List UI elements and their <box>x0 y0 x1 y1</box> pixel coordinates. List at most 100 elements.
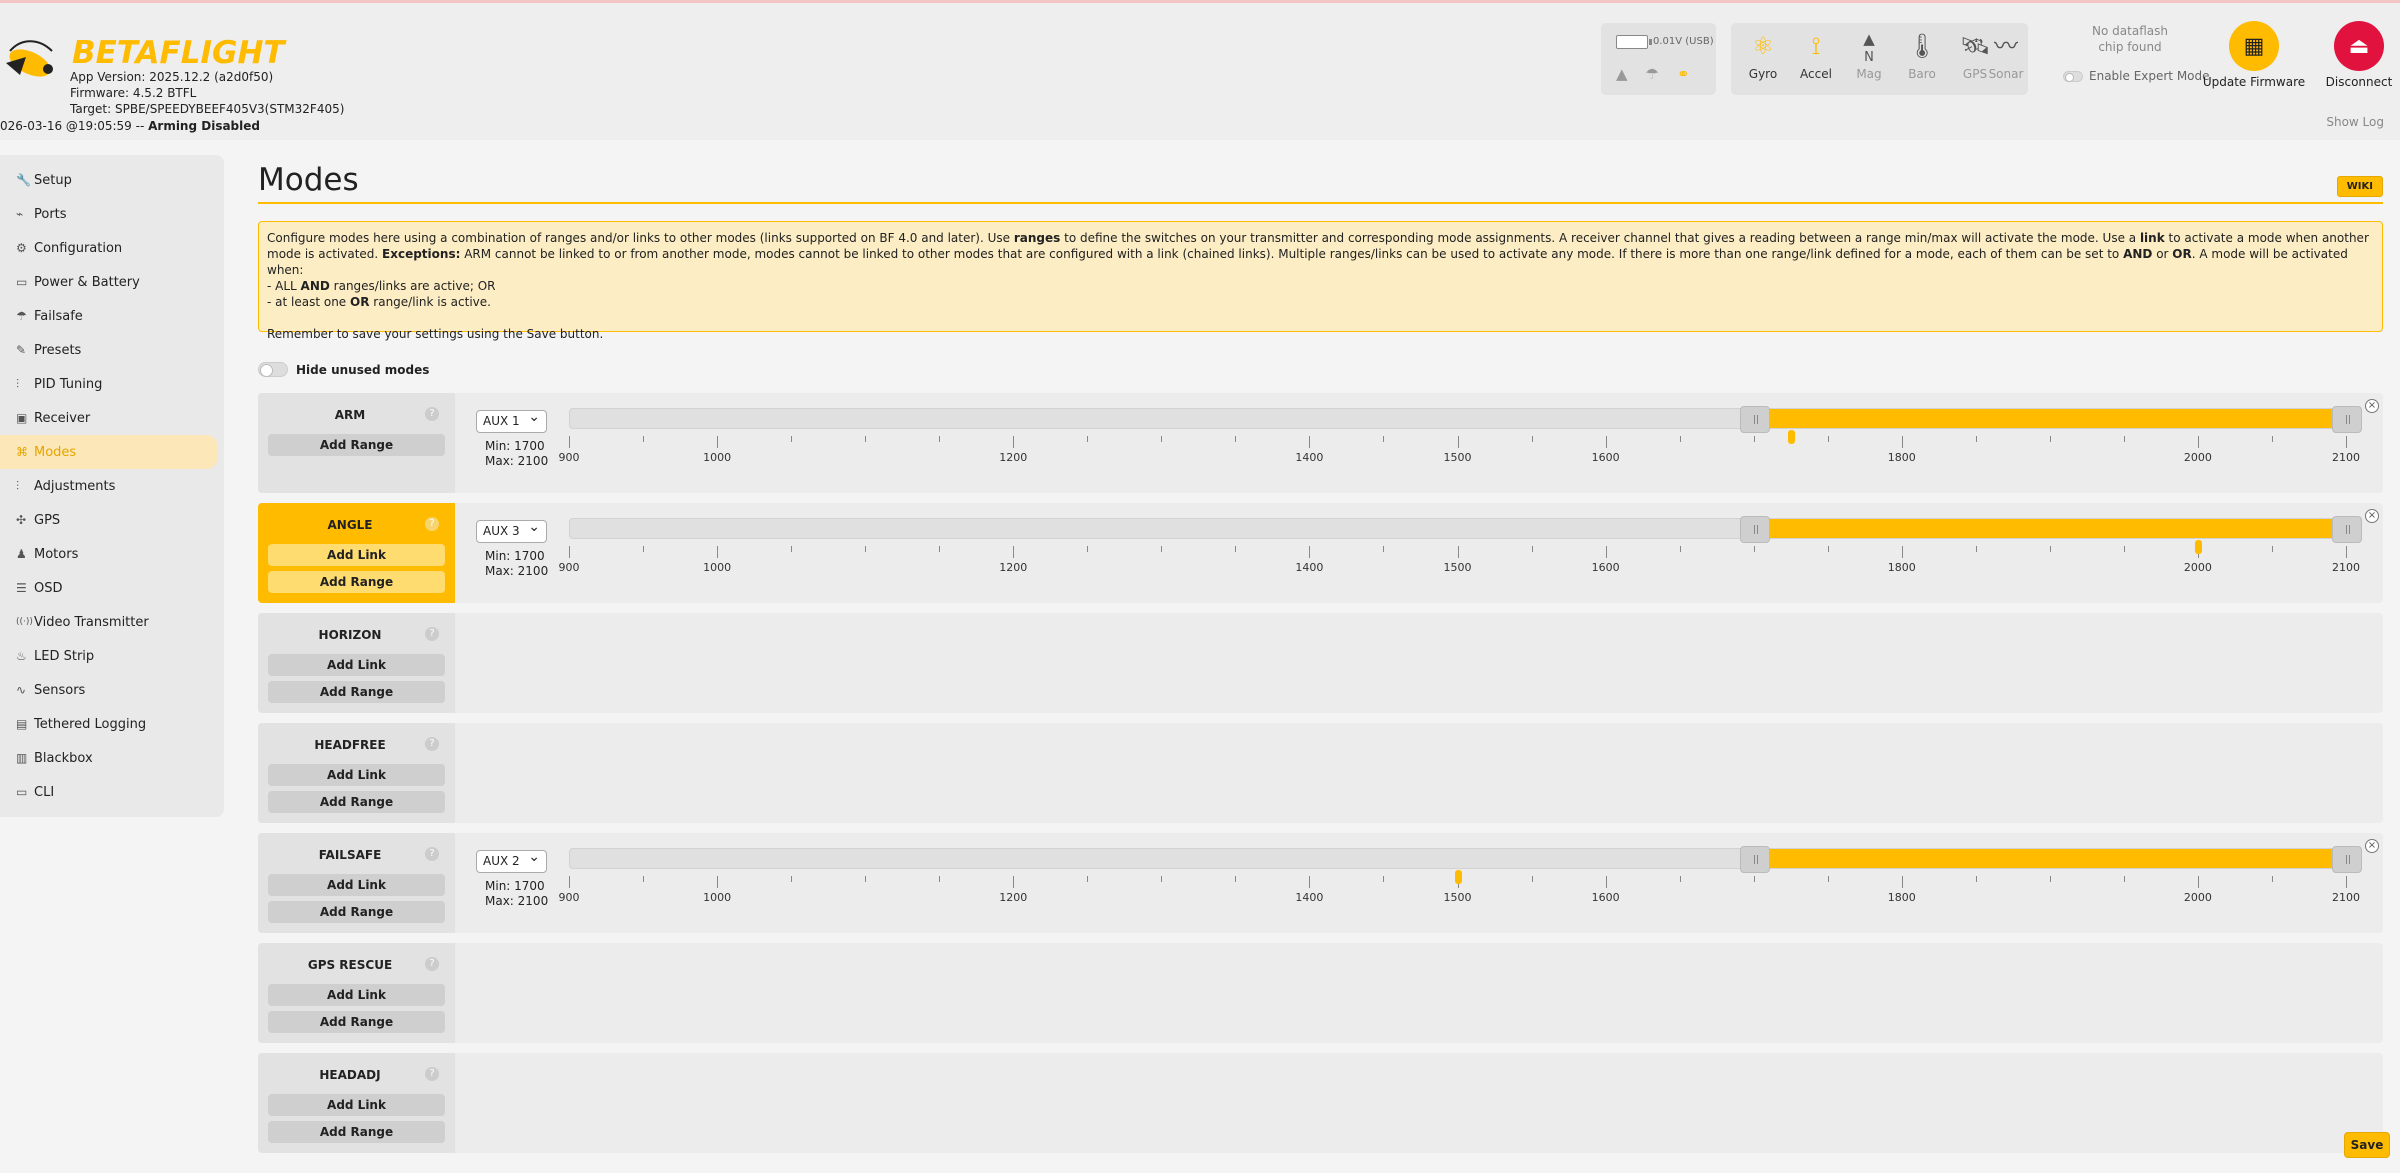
channel-select[interactable]: AUX 1 <box>476 409 547 433</box>
help-icon[interactable]: ? <box>425 517 439 531</box>
hide-unused-toggle[interactable] <box>258 362 288 377</box>
sidebar-item-configuration[interactable]: ⚙ Configuration <box>0 231 216 265</box>
help-icon[interactable]: ? <box>425 847 439 861</box>
expert-mode-switch[interactable] <box>2063 70 2083 82</box>
scale-tick <box>1161 876 1163 882</box>
mag-icon: ▲ N <box>1863 30 1875 66</box>
adjust-icon: ⫶ <box>16 478 20 493</box>
help-icon[interactable]: ? <box>425 957 439 971</box>
range-scale: 900 1000 1200 1400 1500 1600 1800 2000 2100 <box>559 430 2360 476</box>
range-max: Max: 2100 <box>485 454 549 468</box>
channel-select[interactable]: AUX 2 <box>476 849 547 873</box>
expert-mode-toggle[interactable]: Enable Expert Mode <box>2063 69 2210 83</box>
range-max: Max: 2100 <box>485 564 549 578</box>
sidebar-item-tethered-logging[interactable]: ▤ Tethered Logging <box>0 707 216 741</box>
sidebar-item-led-strip[interactable]: ♨ LED Strip <box>0 639 216 673</box>
add-range-button[interactable]: Add Range <box>268 791 445 813</box>
save-button[interactable]: Save <box>2344 1132 2390 1158</box>
sidebar-item-gps[interactable]: ✣ GPS <box>0 503 216 537</box>
help-icon[interactable]: ? <box>425 737 439 751</box>
sensor-status-panel: ⚛ Gyro ⟟ Accel ▲ N Mag 🌡 Baro 🛰 GPS 〰 Son <box>1731 23 2028 95</box>
gear-icon: ⚙ <box>16 241 27 255</box>
add-link-button[interactable]: Add Link <box>268 544 445 566</box>
range-slider[interactable] <box>569 516 2362 543</box>
add-link-button[interactable]: Add Link <box>268 984 445 1006</box>
led-icon: ♨ <box>16 649 27 663</box>
sidebar-item-label: Video Transmitter <box>34 614 149 630</box>
title-underline <box>258 202 2383 204</box>
sensor-gyro: ⚛ Gyro <box>1737 29 1789 81</box>
sidebar-nav: 🔧 Setup ⌁ Ports ⚙ Configuration ▭ Power & Batte… <box>0 155 224 817</box>
terminal-icon: ▭ <box>16 785 28 799</box>
sidebar-item-osd[interactable]: ☰ OSD <box>0 571 216 605</box>
sidebar-item-motors[interactable]: ♟ Motors <box>0 537 216 571</box>
help-icon[interactable]: ? <box>425 627 439 641</box>
note-paragraph-2: - ALL AND ranges/links are active; OR <box>267 279 496 293</box>
sidebar-item-modes[interactable]: ⌘ Modes <box>0 435 218 469</box>
sidebar-item-blackbox[interactable]: ▥ Blackbox <box>0 741 216 775</box>
sidebar-item-presets[interactable]: ✎ Presets <box>0 333 216 367</box>
range-min-handle[interactable] <box>1739 846 1770 873</box>
sidebar-item-ports[interactable]: ⌁ Ports <box>0 197 216 231</box>
sidebar-item-setup[interactable]: 🔧 Setup <box>0 163 216 197</box>
add-range-button[interactable]: Add Range <box>268 1121 445 1143</box>
hide-unused-modes[interactable]: Hide unused modes <box>258 362 429 377</box>
range-min-handle[interactable] <box>1739 406 1770 433</box>
show-log-link[interactable]: Show Log <box>2326 115 2384 129</box>
scale-tick <box>2271 876 2273 882</box>
range-max-handle[interactable] <box>2332 406 2362 433</box>
add-range-button[interactable]: Add Range <box>268 571 445 593</box>
sidebar-item-cli[interactable]: ▭ CLI <box>0 775 216 809</box>
baro-icon: 🌡 <box>1906 32 1938 60</box>
add-range-button[interactable]: Add Range <box>268 1011 445 1033</box>
scale-tick <box>2271 546 2273 552</box>
add-range-button[interactable]: Add Range <box>268 434 445 456</box>
sidebar-item-power-battery[interactable]: ▭ Power & Battery <box>0 265 216 299</box>
battery-voltage: 0.01V (USB) <box>1653 36 1714 47</box>
sidebar-item-adjustments[interactable]: ⫶ Adjustments <box>0 469 216 503</box>
sidebar-item-label: Failsafe <box>34 308 83 324</box>
sidebar-item-sensors[interactable]: ∿ Sensors <box>0 673 216 707</box>
sidebar-item-receiver[interactable]: ▣ Receiver <box>0 401 216 435</box>
remove-range-icon[interactable]: × <box>2365 399 2379 413</box>
scale-label: 1800 <box>1887 451 1916 464</box>
blackbox-icon: ▥ <box>16 751 28 765</box>
remove-range-icon[interactable]: × <box>2365 509 2379 523</box>
channel-select[interactable]: AUX 3 <box>476 519 547 543</box>
mode-row-failsafe: FAILSAFE? Add Link Add Range AUX 2 Min: 1700… <box>258 833 2383 933</box>
add-link-button[interactable]: Add Link <box>268 874 445 896</box>
mode-range: AUX 3 Min: 1700Max: 2100 900 1000 1200 1400 15… <box>455 503 2383 603</box>
scale-tick <box>569 876 570 888</box>
range-slider[interactable] <box>569 406 2362 433</box>
scale-label: 900 <box>558 451 580 464</box>
sidebar-item-pid-tuning[interactable]: ⫶ PID Tuning <box>0 367 216 401</box>
mode-name: FAILSAFE <box>318 848 382 862</box>
scale-tick <box>2123 876 2125 882</box>
scale-tick <box>1235 876 1237 882</box>
range-max-handle[interactable] <box>2332 516 2362 543</box>
sidebar-item-label: Setup <box>34 172 72 188</box>
sidebar-item-failsafe[interactable]: ☂ Failsafe <box>0 299 216 333</box>
remove-range-icon[interactable]: × <box>2365 839 2379 853</box>
add-range-button[interactable]: Add Range <box>268 901 445 923</box>
wiki-button[interactable]: WIKI <box>2336 176 2383 197</box>
scale-tick <box>1901 876 1903 888</box>
range-min-handle[interactable] <box>1739 516 1770 543</box>
range-max-handle[interactable] <box>2332 846 2362 873</box>
scale-tick <box>1383 876 1385 882</box>
warning-icon: ▲ <box>1616 65 1628 83</box>
help-icon[interactable]: ? <box>425 1067 439 1081</box>
scale-label: 1800 <box>1887 891 1916 904</box>
mode-header: FAILSAFE? Add Link Add Range <box>258 833 455 933</box>
disconnect-button[interactable]: ⏏ Disconnect <box>2299 21 2400 89</box>
help-icon[interactable]: ? <box>425 407 439 421</box>
sidebar-item-video-transmitter[interactable]: ((·)) Video Transmitter <box>0 605 216 639</box>
range-slider[interactable] <box>569 846 2362 873</box>
add-link-button[interactable]: Add Link <box>268 654 445 676</box>
add-link-button[interactable]: Add Link <box>268 764 445 786</box>
add-range-button[interactable]: Add Range <box>268 681 445 703</box>
update-firmware-button[interactable]: ▦ Update Firmware <box>2194 21 2314 89</box>
add-link-button[interactable]: Add Link <box>268 1094 445 1116</box>
osd-icon: ☰ <box>16 581 27 595</box>
mode-row-horizon: HORIZON? Add Link Add Range <box>258 613 2383 713</box>
